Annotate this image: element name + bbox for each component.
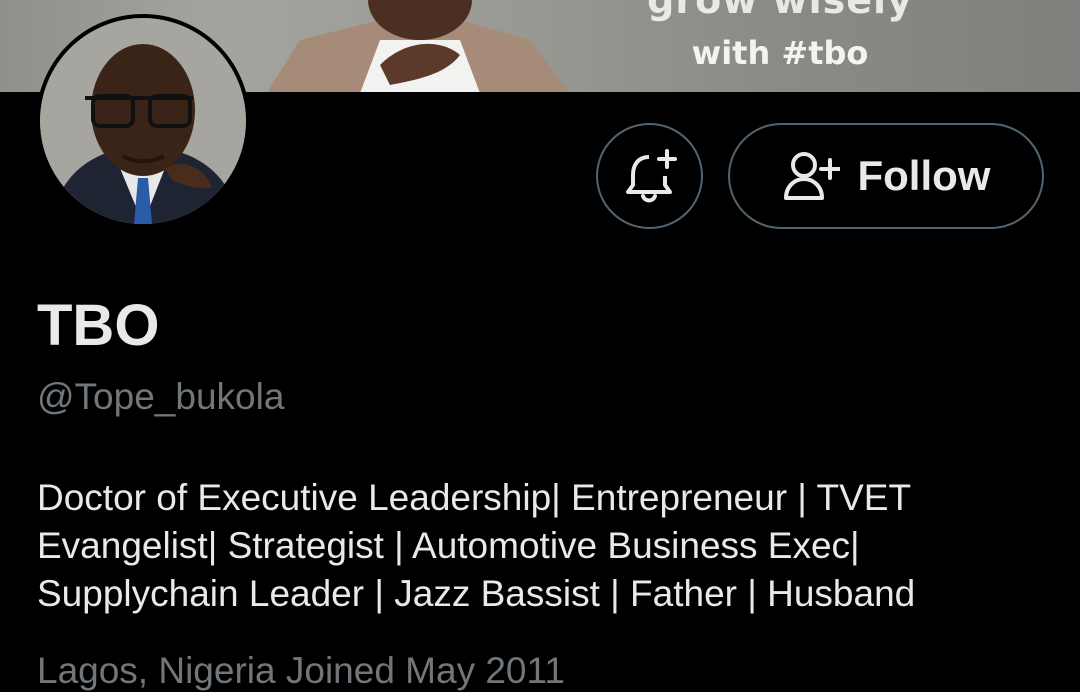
profile-display-name: TBO	[37, 293, 160, 358]
notify-button[interactable]	[596, 123, 703, 229]
profile-meta-row: Lagos, Nigeria Joined May 2011	[37, 650, 565, 691]
banner-photo	[267, 0, 569, 92]
person-plus-icon	[783, 152, 840, 200]
bell-plus-icon	[625, 149, 677, 203]
banner-text-line2: with #tbo	[691, 34, 869, 72]
profile-handle: @Tope_bukola	[37, 376, 285, 417]
profile-bio: Doctor of Executive Leadership| Entrepre…	[37, 477, 916, 614]
banner-text-line1: grow wisely	[647, 0, 913, 22]
avatar-photo	[40, 18, 246, 224]
follow-label: Follow	[857, 152, 991, 199]
follow-button[interactable]: Follow	[728, 123, 1044, 229]
profile-avatar[interactable]	[36, 14, 250, 228]
